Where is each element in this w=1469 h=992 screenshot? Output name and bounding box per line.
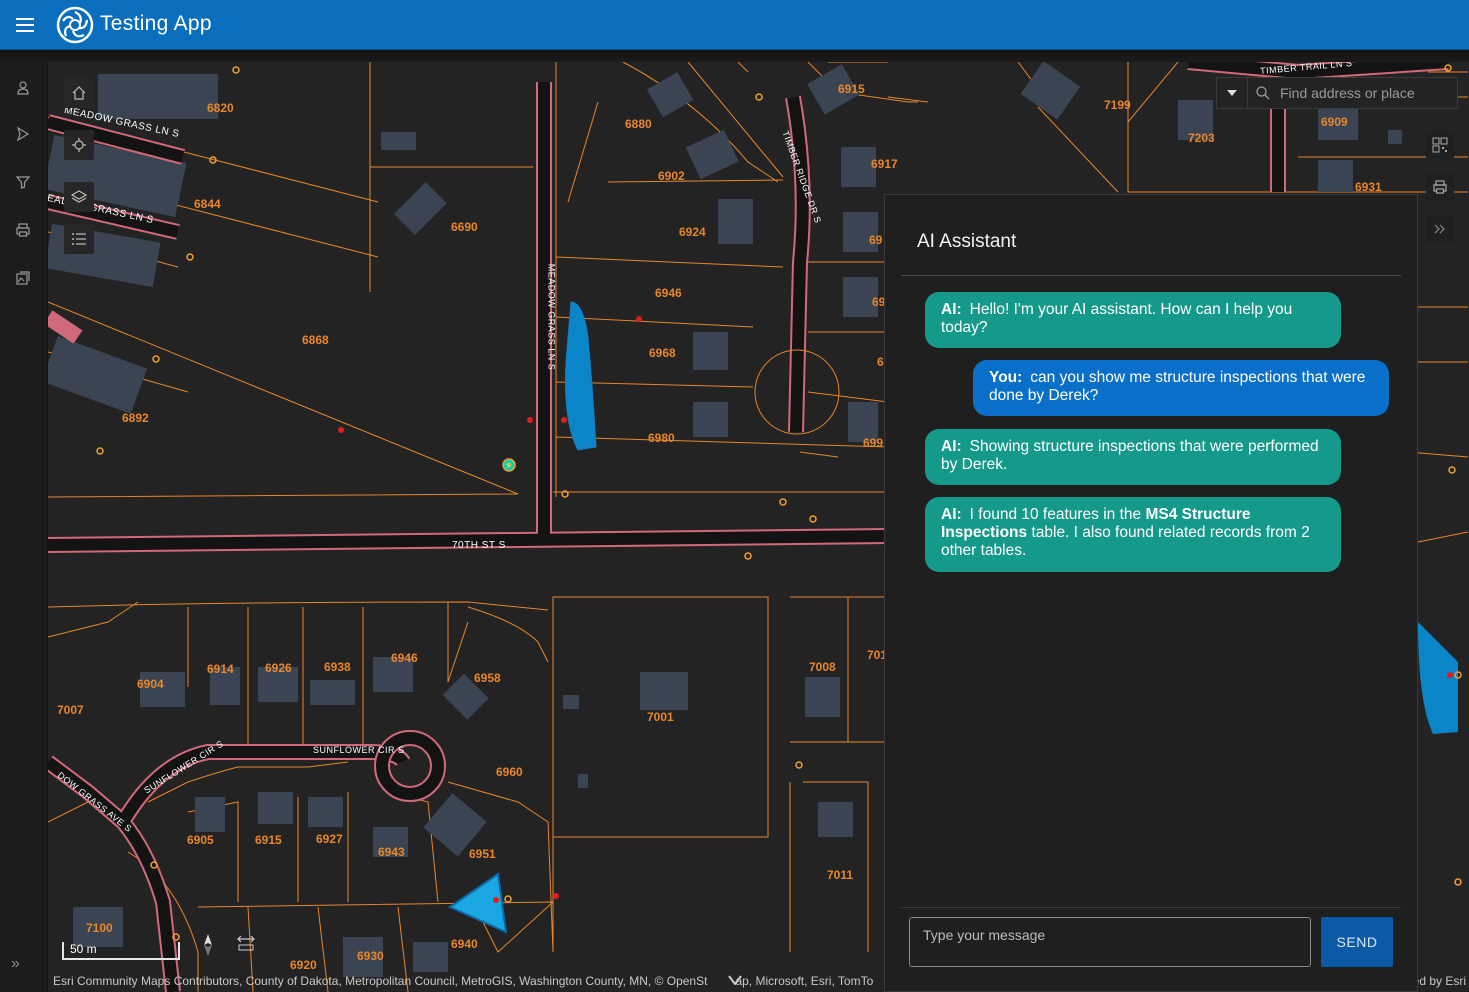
legend-list-icon[interactable] — [64, 224, 94, 254]
message-input-box — [909, 917, 1311, 967]
locate-icon[interactable] — [64, 130, 94, 160]
street-label: 70TH ST S — [452, 540, 506, 551]
expand-panel-icon[interactable] — [1426, 215, 1454, 243]
speaker-label: AI: — [941, 301, 962, 318]
parcel-label: 6915 — [255, 833, 282, 847]
parcel-label: 6905 — [187, 833, 214, 847]
app-title: Testing App — [100, 12, 212, 35]
parcel-label: 7203 — [1188, 131, 1215, 145]
speaker-label: You: — [989, 369, 1023, 386]
divider — [901, 275, 1401, 276]
parcel-label: 6943 — [378, 845, 405, 859]
message-text: Showing structure inspections that were … — [941, 438, 1319, 473]
send-button[interactable]: SEND — [1321, 917, 1393, 967]
search-icon — [1256, 86, 1270, 100]
scale-bar: 50 m — [62, 942, 180, 960]
parcel-label: 6940 — [451, 937, 478, 951]
powered-by-label: ed by Esri — [1412, 974, 1466, 988]
compass-icon[interactable] — [198, 932, 218, 958]
ai-assistant-panel: AI Assistant AI: Hello! I'm your AI assis… — [884, 194, 1418, 992]
search-widget — [1216, 77, 1458, 109]
parcel-label: 6915 — [838, 82, 865, 96]
parcel-label: 6951 — [469, 847, 496, 861]
map-attribution: Esri Community Maps Contributors, County… — [53, 974, 873, 988]
search-field — [1248, 79, 1457, 107]
filter-icon[interactable] — [11, 170, 35, 194]
navigate-icon[interactable] — [11, 122, 35, 146]
message-input[interactable] — [921, 926, 1295, 944]
parcel-label: 699 — [863, 436, 884, 450]
parcel-label: 6914 — [207, 662, 234, 676]
parcel-label: 6980 — [648, 431, 675, 445]
parcel-label: 7001 — [647, 710, 674, 724]
chat-message-user: You: can you show me structure inspection… — [973, 360, 1389, 416]
parcel-label: 6958 — [474, 671, 501, 685]
home-icon[interactable] — [64, 78, 94, 108]
parcel-label: 6 — [877, 355, 884, 369]
parcel-label: 6880 — [625, 117, 652, 131]
expand-sidebar-button[interactable]: » — [11, 955, 20, 973]
chat-message-ai: AI: Showing structure inspections that we… — [925, 429, 1341, 485]
parcel-label: 6946 — [655, 286, 682, 300]
attribution-tail: ap, Microsoft, Esri, TomTo — [735, 974, 874, 988]
parcel-label: 6920 — [290, 958, 317, 972]
speaker-label: AI: — [941, 438, 962, 455]
print-icon[interactable] — [11, 218, 35, 242]
app-logo-icon — [56, 6, 94, 44]
parcel-label: 6926 — [265, 661, 292, 675]
street-label: MEADOW GRASS LN S — [546, 263, 557, 371]
parcel-label: 7100 — [86, 921, 113, 935]
parcel-label: 7199 — [1104, 98, 1131, 112]
parcel-label: 6946 — [391, 651, 418, 665]
qr-code-icon[interactable] — [1426, 131, 1454, 159]
parcel-label: 7008 — [809, 660, 836, 674]
header-shadow — [0, 50, 1469, 62]
parcel-label: 6960 — [496, 765, 523, 779]
chat-message-ai: AI: Hello! I'm your AI assistant. How can… — [925, 292, 1341, 348]
parcel-label: 6927 — [316, 832, 343, 846]
parcel-label: 6902 — [658, 169, 685, 183]
print-map-icon[interactable] — [1426, 173, 1454, 201]
layers-icon[interactable] — [64, 182, 94, 212]
parcel-label: 7007 — [57, 703, 84, 717]
chat-message-ai: AI: I found 10 features in the MS4 Struct… — [925, 497, 1341, 572]
parcel-label: 7011 — [827, 868, 854, 882]
message-text: Hello! I'm your AI assistant. How can I … — [941, 301, 1293, 336]
app-header: Testing App — [0, 0, 1469, 50]
parcel-label: 6909 — [1321, 115, 1348, 129]
parcel-label: 6820 — [207, 101, 234, 115]
user-icon[interactable] — [11, 76, 35, 100]
message-text: I found 10 features in the — [969, 506, 1146, 523]
parcel-label: 6917 — [871, 157, 898, 171]
scale-label: 50 m — [70, 942, 97, 956]
panel-title: AI Assistant — [917, 231, 1017, 252]
composer-divider — [901, 907, 1401, 908]
message-text: can you show me structure inspections th… — [989, 369, 1366, 404]
parcel-label: 6892 — [122, 411, 149, 425]
measure-icon[interactable] — [236, 934, 262, 956]
search-source-dropdown[interactable] — [1217, 78, 1248, 108]
speaker-label: AI: — [941, 506, 962, 523]
parcel-label: 6924 — [679, 225, 706, 239]
parcel-label: 6930 — [357, 949, 384, 963]
attribution-text: Esri Community Maps Contributors, County… — [53, 974, 708, 988]
parcel-label: 6938 — [324, 660, 351, 674]
parcel-label: 6904 — [137, 677, 164, 691]
parcel-label: 6844 — [194, 197, 221, 211]
map-gallery-icon[interactable] — [11, 266, 35, 290]
search-input[interactable] — [1278, 84, 1442, 102]
hamburger-menu-button[interactable] — [14, 14, 42, 38]
left-sidebar: » — [0, 62, 48, 992]
parcel-label: 6931 — [1355, 180, 1382, 194]
street-label: SUNFLOWER CIR S — [313, 745, 405, 755]
parcel-label: 69 — [869, 233, 883, 247]
parcel-label: 6968 — [649, 346, 676, 360]
parcel-label: 6868 — [302, 333, 329, 347]
parcel-label: 6690 — [451, 220, 478, 234]
